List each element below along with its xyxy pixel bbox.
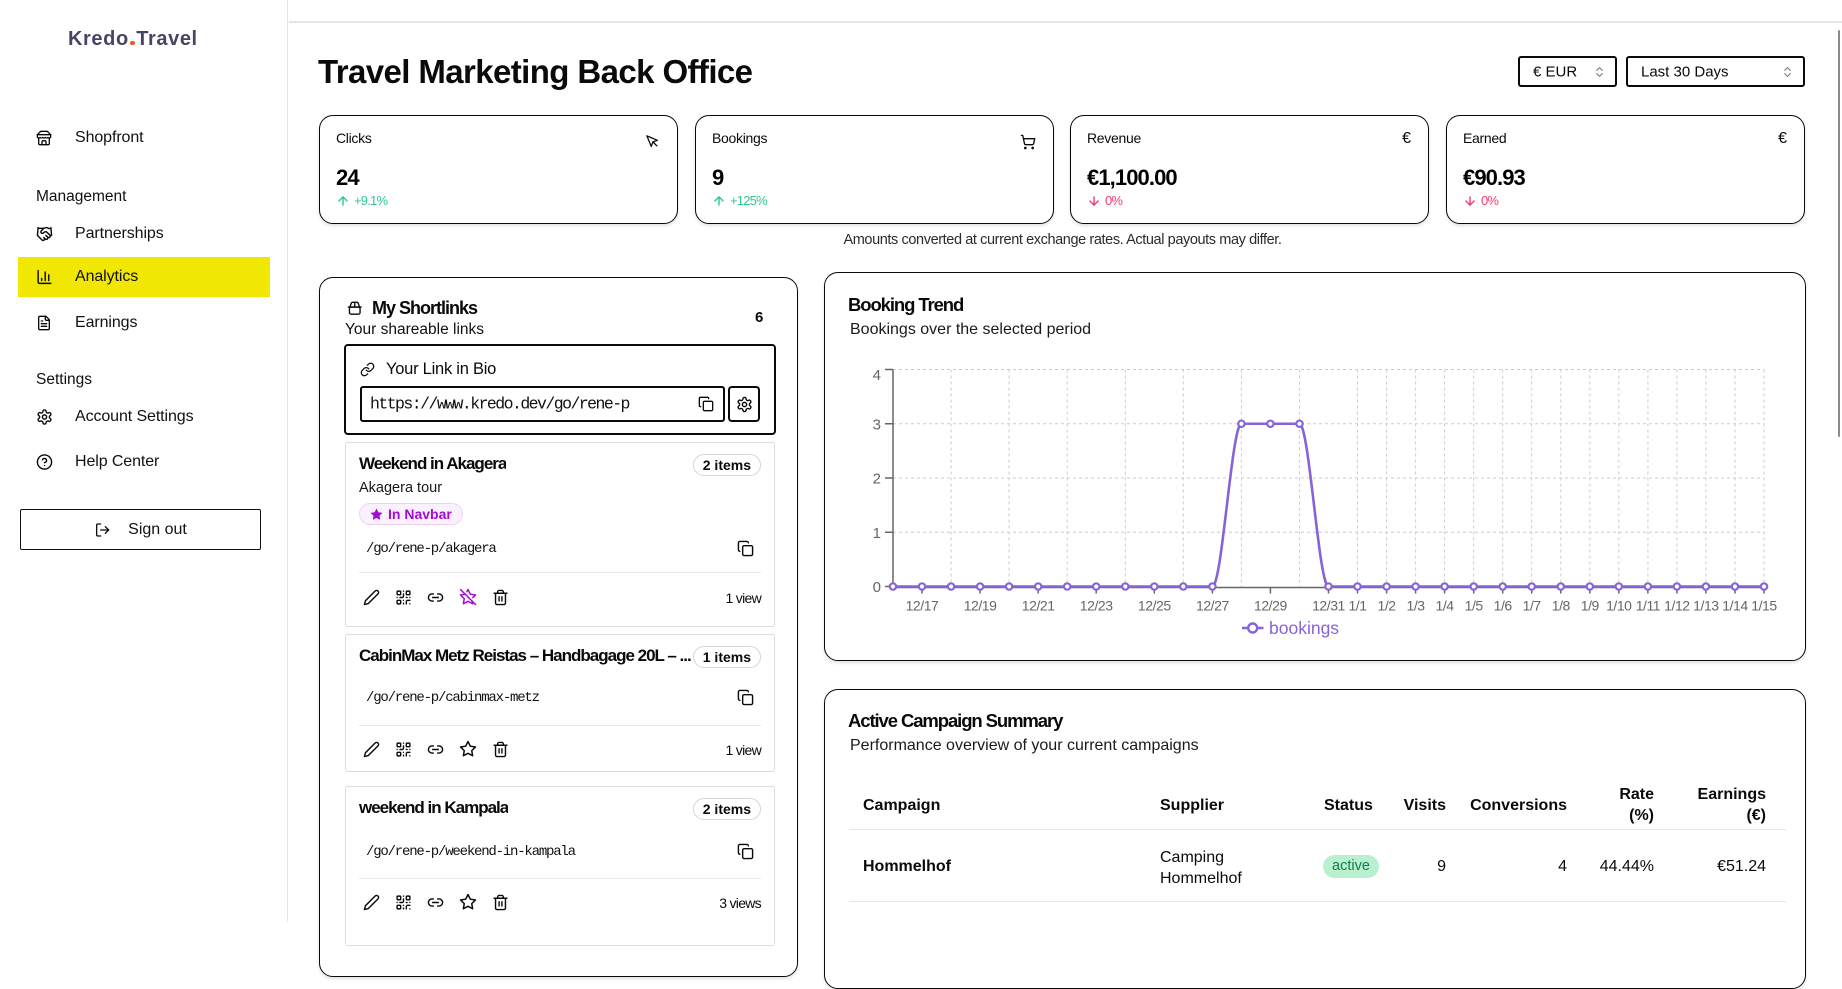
svg-text:1/9: 1/9 <box>1581 598 1600 614</box>
svg-text:1/8: 1/8 <box>1552 598 1571 614</box>
svg-text:12/27: 12/27 <box>1196 598 1229 614</box>
svg-text:2: 2 <box>873 471 881 488</box>
svg-text:1/11: 1/11 <box>1636 598 1661 614</box>
svg-text:1/13: 1/13 <box>1693 598 1719 614</box>
svg-text:1/12: 1/12 <box>1664 598 1690 614</box>
svg-text:3: 3 <box>873 416 881 433</box>
svg-text:1/5: 1/5 <box>1465 598 1484 614</box>
svg-text:4: 4 <box>873 367 881 384</box>
svg-text:1/14: 1/14 <box>1722 598 1748 614</box>
svg-text:bookings: bookings <box>1269 618 1339 638</box>
svg-text:1/3: 1/3 <box>1407 598 1426 614</box>
svg-text:0: 0 <box>873 579 881 596</box>
svg-text:12/23: 12/23 <box>1080 598 1113 614</box>
svg-text:12/25: 12/25 <box>1138 598 1171 614</box>
svg-text:12/31: 12/31 <box>1312 598 1345 614</box>
svg-text:12/17: 12/17 <box>906 598 939 614</box>
svg-text:1/6: 1/6 <box>1494 598 1513 614</box>
svg-text:1/7: 1/7 <box>1523 598 1542 614</box>
svg-text:1: 1 <box>873 525 881 542</box>
svg-text:1/10: 1/10 <box>1606 598 1632 614</box>
svg-text:1/2: 1/2 <box>1378 598 1397 614</box>
svg-text:12/19: 12/19 <box>964 598 997 614</box>
svg-text:12/29: 12/29 <box>1254 598 1287 614</box>
svg-text:12/21: 12/21 <box>1022 598 1055 614</box>
svg-text:1/1: 1/1 <box>1348 598 1367 614</box>
svg-text:1/4: 1/4 <box>1436 598 1455 614</box>
svg-text:1/15: 1/15 <box>1751 598 1777 614</box>
